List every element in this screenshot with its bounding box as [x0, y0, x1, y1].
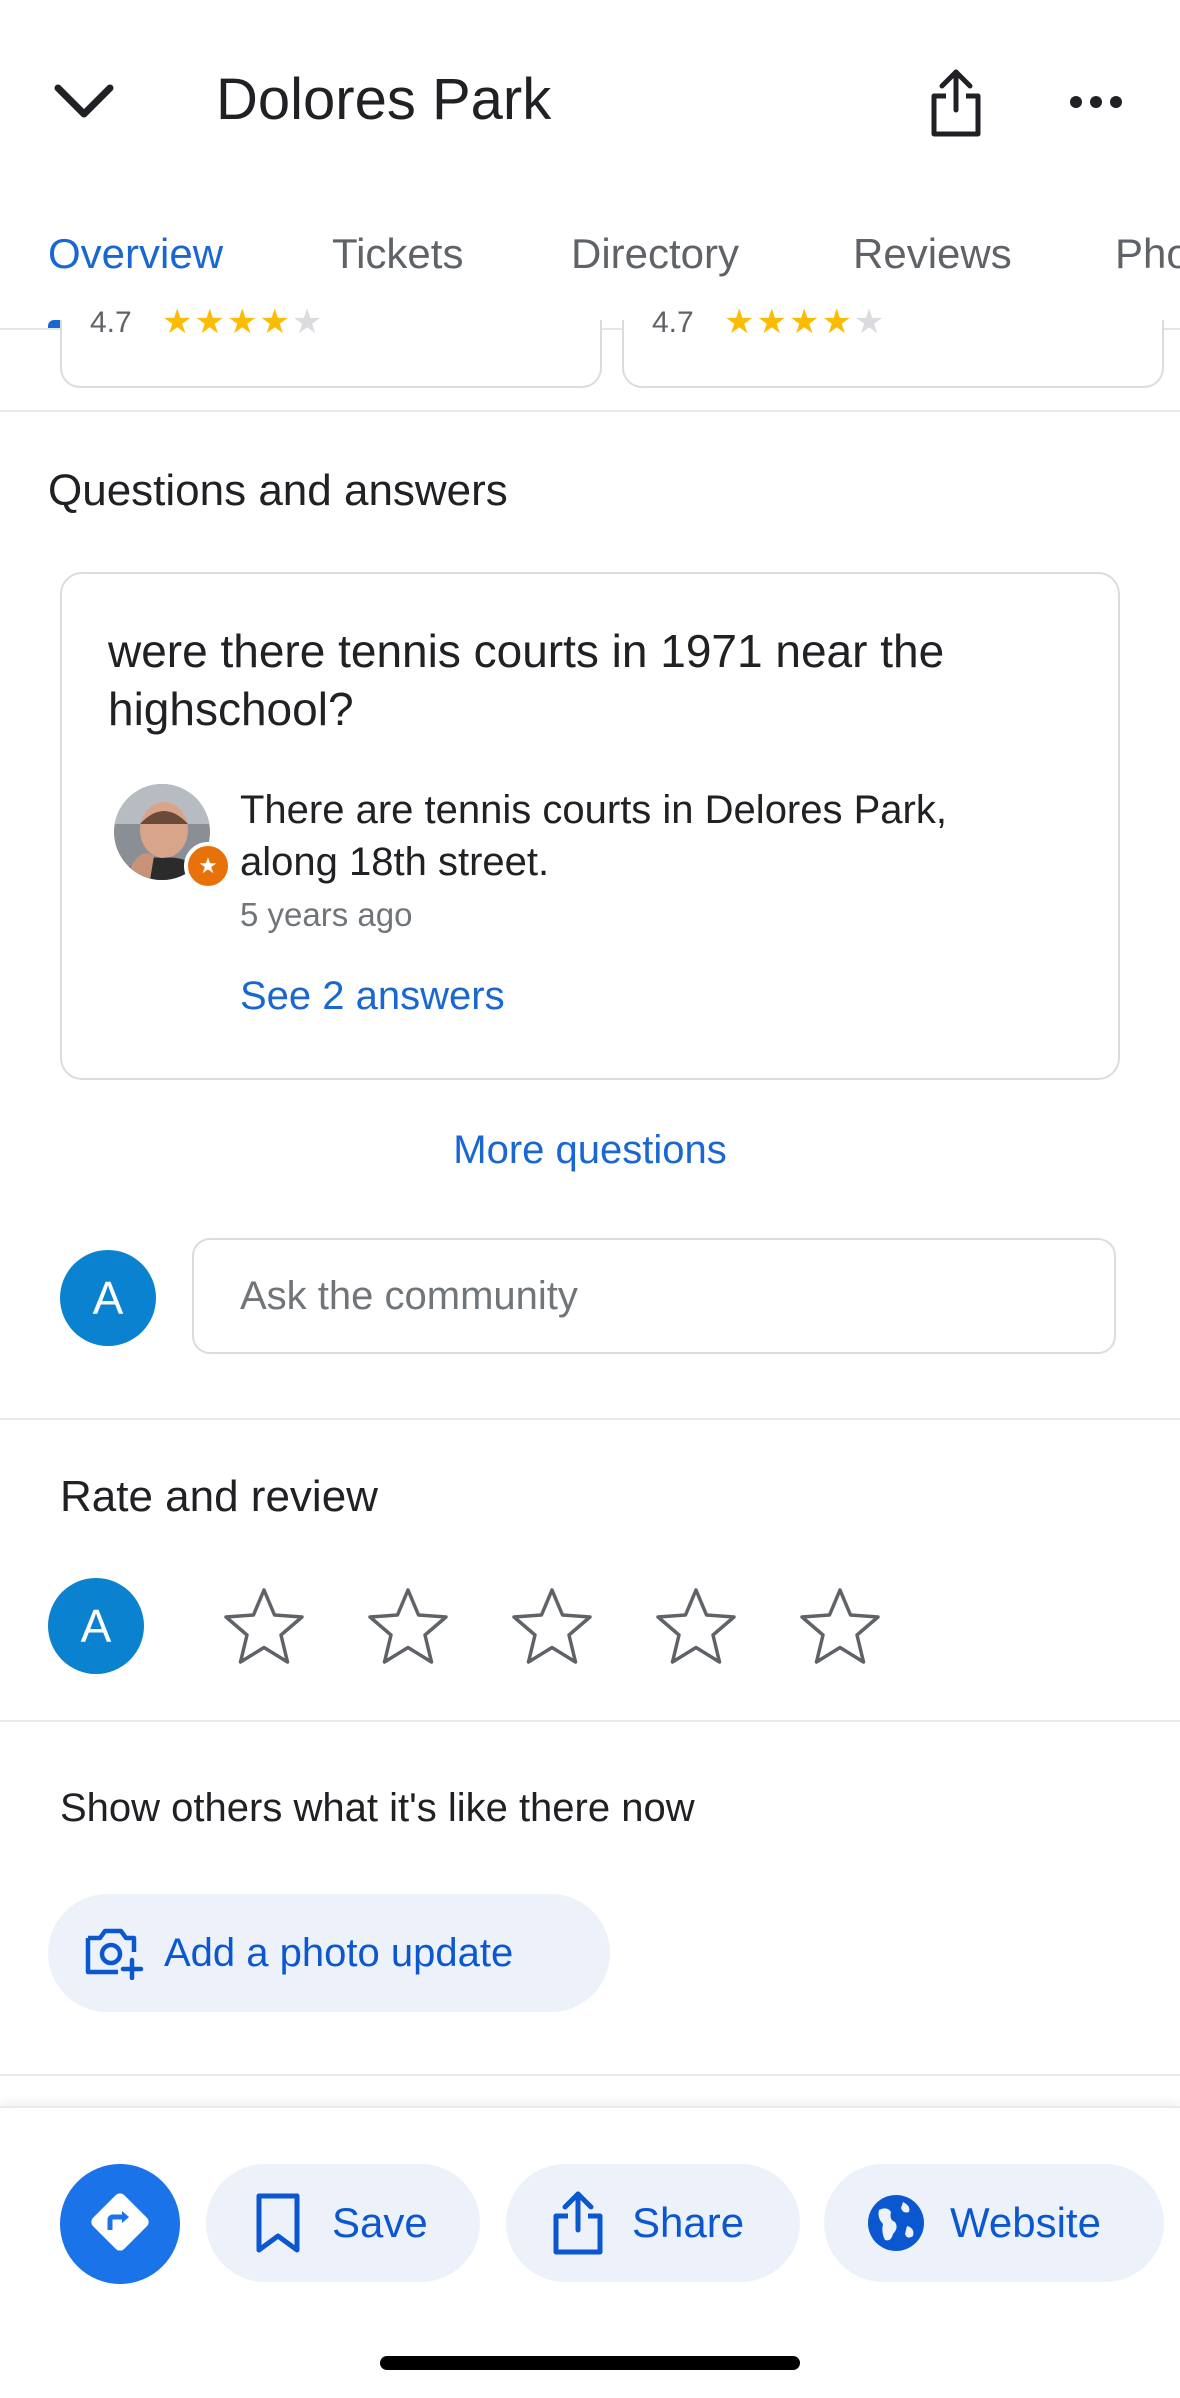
- answer-text: There are tennis courts in Delores Park,…: [240, 788, 947, 884]
- add-photo-icon: [84, 1923, 144, 1983]
- related-place-card[interactable]: 4.7 ★★★★★: [622, 303, 1164, 388]
- website-label: Website: [950, 2199, 1101, 2246]
- top-app-bar: [0, 0, 1180, 200]
- rating-star-2-icon[interactable]: [360, 1578, 456, 1674]
- local-guide-badge-icon: ★: [184, 842, 232, 890]
- rating-stars: ★★★★★: [162, 303, 325, 341]
- tab-directory[interactable]: Directory: [571, 230, 739, 278]
- section-title: Rate and review: [60, 1472, 378, 1521]
- save-label: Save: [332, 2199, 428, 2246]
- directions-button[interactable]: [60, 2164, 180, 2284]
- see-answers-link[interactable]: See 2 answers: [240, 974, 505, 1019]
- website-button[interactable]: Website: [824, 2164, 1164, 2282]
- more-questions-link[interactable]: More questions: [0, 1128, 1180, 1173]
- question-text: were there tennis courts in 1971 near th…: [108, 625, 945, 735]
- tab-reviews[interactable]: Reviews: [853, 230, 1012, 278]
- home-indicator: [380, 2356, 800, 2370]
- rating-value: 4.7: [652, 306, 694, 339]
- rating-stars: ★★★★★: [724, 303, 887, 341]
- rating-value: 4.7: [90, 306, 132, 339]
- add-photo-update-label: Add a photo update: [164, 1930, 514, 1975]
- rating-star-3-icon[interactable]: [504, 1578, 600, 1674]
- section-divider: [0, 1720, 1180, 1722]
- section-title: Show others what it's like there now: [60, 1786, 695, 1830]
- section-divider: [0, 2074, 1180, 2076]
- more-options-icon[interactable]: [1056, 62, 1136, 142]
- globe-icon: [864, 2191, 928, 2255]
- directions-icon: [88, 2190, 152, 2259]
- save-button[interactable]: Save: [206, 2164, 480, 2282]
- rating-star-4-icon[interactable]: [648, 1578, 744, 1674]
- bookmark-icon: [246, 2191, 310, 2255]
- section-title: Questions and answers: [48, 466, 508, 515]
- section-divider: [0, 410, 1180, 412]
- share-icon[interactable]: [916, 58, 996, 148]
- tab-tickets[interactable]: Tickets: [332, 230, 463, 278]
- related-place-card[interactable]: 4.7 ★★★★★: [60, 303, 602, 388]
- section-divider: [0, 1418, 1180, 1420]
- answer-timestamp: 5 years ago: [240, 896, 413, 933]
- rating-star-1-icon[interactable]: [216, 1578, 312, 1674]
- avatar: A: [60, 1250, 156, 1346]
- page-title: Dolores Park: [216, 67, 552, 132]
- rating-star-5-icon[interactable]: [792, 1578, 888, 1674]
- share-label: Share: [632, 2199, 745, 2246]
- share-icon: [546, 2191, 610, 2255]
- avatar: A: [48, 1578, 144, 1674]
- ask-community-input[interactable]: [192, 1238, 1116, 1354]
- tab-photos[interactable]: Pho: [1115, 230, 1180, 278]
- add-photo-update-button[interactable]: Add a photo update: [48, 1894, 610, 2012]
- share-button[interactable]: Share: [506, 2164, 800, 2282]
- tab-overview[interactable]: Overview: [48, 230, 223, 278]
- chevron-down-icon[interactable]: [44, 62, 124, 142]
